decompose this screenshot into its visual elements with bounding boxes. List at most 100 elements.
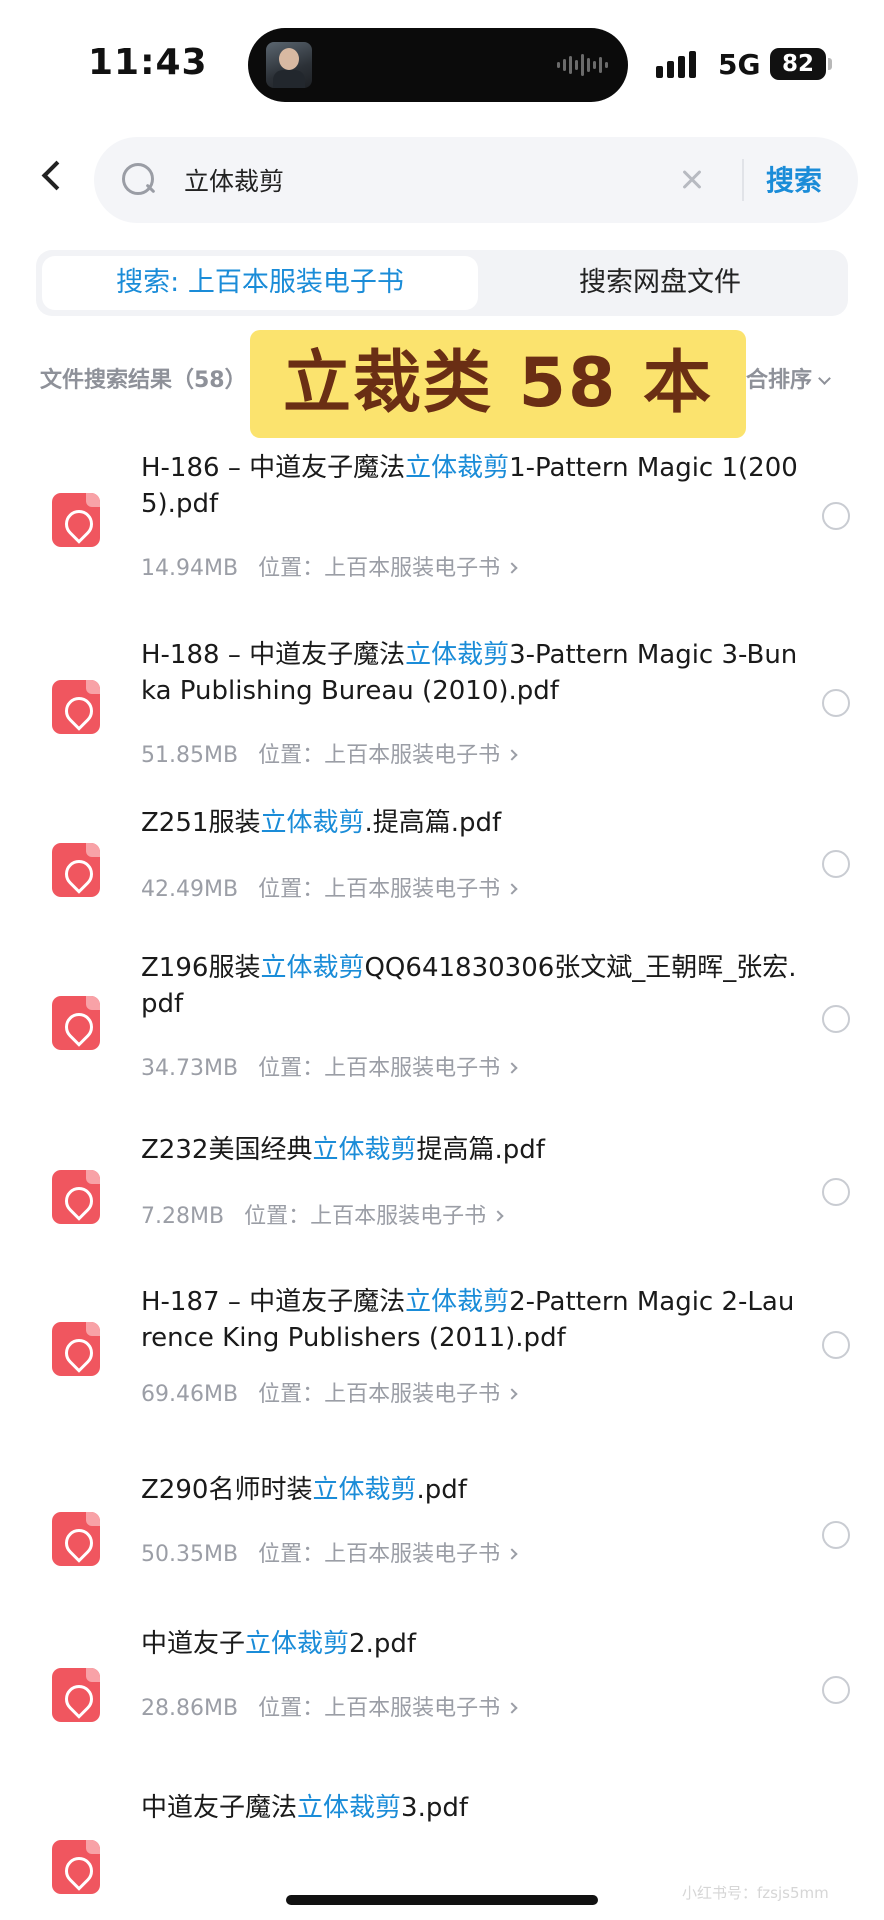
battery-icon: 82 <box>770 48 826 80</box>
battery-tip <box>828 58 832 70</box>
chevron-right-icon <box>492 1210 504 1222</box>
cellular-signal-icon <box>656 50 696 78</box>
pdf-file-icon <box>52 1512 100 1566</box>
search-input[interactable] <box>184 157 634 203</box>
file-size: 7.28MB <box>141 1204 225 1229</box>
file-location[interactable]: 位置：上百本服装电子书 <box>244 1204 486 1229</box>
close-icon[interactable] <box>674 161 712 199</box>
search-highlight: 立体裁剪 <box>405 1287 510 1317</box>
file-size: 50.35MB <box>141 1542 239 1567</box>
status-time: 11:43 <box>88 42 208 83</box>
file-size: 42.49MB <box>141 877 239 902</box>
search-divider <box>742 159 744 201</box>
search-highlight: 立体裁剪 <box>405 640 510 670</box>
pdf-file-icon <box>52 1322 100 1376</box>
search-highlight: 立体裁剪 <box>312 1475 417 1505</box>
file-location[interactable]: 位置：上百本服装电子书 <box>258 1056 500 1081</box>
pdf-file-icon <box>52 493 100 547</box>
file-name: Z290名师时装立体裁剪.pdf <box>141 1475 467 1505</box>
audio-waveform-icon <box>557 52 608 78</box>
file-name: 中道友子立体裁剪2.pdf <box>141 1629 416 1659</box>
chevron-right-icon <box>506 1548 518 1560</box>
search-highlight: 立体裁剪 <box>405 453 510 483</box>
pdf-file-icon <box>52 1668 100 1722</box>
file-meta: 50.35MB 位置：上百本服装电子书 <box>141 1536 518 1568</box>
search-icon <box>120 161 156 197</box>
pdf-file-icon <box>52 843 100 897</box>
file-meta: 34.73MB 位置：上百本服装电子书 <box>141 1050 518 1082</box>
pdf-file-icon <box>52 1170 100 1224</box>
pdf-file-icon <box>52 996 100 1050</box>
select-radio[interactable] <box>822 1005 850 1033</box>
dynamic-island <box>248 28 628 102</box>
search-box[interactable]: 搜索 <box>94 137 858 223</box>
watermark: 小红书号：fzsjs5mm <box>682 1884 829 1902</box>
file-name: Z251服装立体裁剪.提高篇.pdf <box>141 808 502 838</box>
search-highlight: 立体裁剪 <box>297 1793 402 1823</box>
now-playing-avatar <box>266 42 312 88</box>
list-item[interactable]: 中道友子魔法立体裁剪3.pdf <box>0 1793 884 1894</box>
search-highlight: 立体裁剪 <box>260 808 365 838</box>
file-location[interactable]: 位置：上百本服装电子书 <box>258 1542 500 1567</box>
list-item[interactable]: Z251服装立体裁剪.提高篇.pdf 42.49MB 位置：上百本服装电子书 <box>0 808 884 938</box>
file-name: 中道友子魔法立体裁剪3.pdf <box>141 1793 468 1823</box>
file-location[interactable]: 位置：上百本服装电子书 <box>258 1696 500 1721</box>
select-radio[interactable] <box>822 502 850 530</box>
select-radio[interactable] <box>822 850 850 878</box>
tab-ebooks[interactable]: 搜索: 上百本服装电子书 <box>42 256 478 310</box>
file-size: 34.73MB <box>141 1056 239 1081</box>
file-meta: 14.94MB 位置：上百本服装电子书 <box>141 550 518 582</box>
results-count-label: 文件搜索结果（58） <box>40 368 247 393</box>
file-name: Z232美国经典立体裁剪提高篇.pdf <box>141 1135 545 1165</box>
chevron-right-icon <box>506 1702 518 1714</box>
chevron-right-icon <box>506 1388 518 1400</box>
list-item[interactable]: H-188 – 中道友子魔法立体裁剪3-Pattern Magic 3-Bunk… <box>0 625 884 775</box>
file-location[interactable]: 位置：上百本服装电子书 <box>258 556 500 581</box>
select-radio[interactable] <box>822 689 850 717</box>
list-item[interactable]: Z232美国经典立体裁剪提高篇.pdf 7.28MB 位置：上百本服装电子书 <box>0 1135 884 1283</box>
search-button[interactable]: 搜索 <box>766 159 822 199</box>
select-radio[interactable] <box>822 1178 850 1206</box>
pdf-file-icon <box>52 680 100 734</box>
chevron-right-icon <box>506 749 518 761</box>
search-highlight: 立体裁剪 <box>260 953 365 983</box>
list-item[interactable]: Z290名师时装立体裁剪.pdf 50.35MB 位置：上百本服装电子书 <box>0 1475 884 1623</box>
file-name: H-188 – 中道友子魔法立体裁剪3-Pattern Magic 3-Bunk… <box>141 640 798 706</box>
file-meta: 51.85MB 位置：上百本服装电子书 <box>141 737 518 769</box>
status-bar: 11:43 5G 82 <box>0 0 884 120</box>
back-button[interactable] <box>30 155 74 199</box>
file-location[interactable]: 位置：上百本服装电子书 <box>258 743 500 768</box>
list-item[interactable]: Z196服装立体裁剪QQ641830306张文斌_王朝晖_张宏.pdf 34.7… <box>0 953 884 1128</box>
highlight-banner: 立裁类 58 本 <box>250 330 746 438</box>
file-size: 51.85MB <box>141 743 239 768</box>
file-name: H-187 – 中道友子魔法立体裁剪2-Pattern Magic 2-Laur… <box>141 1287 795 1353</box>
search-highlight: 立体裁剪 <box>245 1629 350 1659</box>
file-size: 69.46MB <box>141 1382 239 1407</box>
select-radio[interactable] <box>822 1521 850 1549</box>
chevron-right-icon <box>506 1062 518 1074</box>
file-size: 28.86MB <box>141 1696 239 1721</box>
select-radio[interactable] <box>822 1676 850 1704</box>
file-meta: 7.28MB 位置：上百本服装电子书 <box>141 1198 504 1230</box>
file-name: H-186 – 中道友子魔法立体裁剪1-Pattern Magic 1(2005… <box>141 453 798 519</box>
file-location[interactable]: 位置：上百本服装电子书 <box>258 1382 500 1407</box>
select-radio[interactable] <box>822 1331 850 1359</box>
file-size: 14.94MB <box>141 556 239 581</box>
pdf-file-icon <box>52 1840 100 1894</box>
list-item[interactable]: H-186 – 中道友子魔法立体裁剪1-Pattern Magic 1(2005… <box>0 438 884 588</box>
list-item[interactable]: H-187 – 中道友子魔法立体裁剪2-Pattern Magic 2-Laur… <box>0 1287 884 1468</box>
search-scope-tabs: 搜索: 上百本服装电子书 搜索网盘文件 <box>36 250 848 316</box>
file-name: Z196服装立体裁剪QQ641830306张文斌_王朝晖_张宏.pdf <box>141 953 797 1019</box>
file-meta: 69.46MB 位置：上百本服装电子书 <box>141 1376 518 1408</box>
home-indicator[interactable] <box>286 1895 598 1905</box>
search-highlight: 立体裁剪 <box>312 1135 417 1165</box>
sort-label: 合排序 <box>746 368 813 393</box>
chevron-right-icon <box>506 883 518 895</box>
file-location[interactable]: 位置：上百本服装电子书 <box>258 877 500 902</box>
file-meta: 28.86MB 位置：上百本服装电子书 <box>141 1690 518 1722</box>
list-item[interactable]: 中道友子立体裁剪2.pdf 28.86MB 位置：上百本服装电子书 <box>0 1629 884 1775</box>
file-meta: 42.49MB 位置：上百本服装电子书 <box>141 871 518 903</box>
tab-netdisk-files[interactable]: 搜索网盘文件 <box>478 256 842 310</box>
network-type: 5G <box>718 48 761 81</box>
sort-dropdown[interactable]: 合排序 <box>746 362 831 394</box>
